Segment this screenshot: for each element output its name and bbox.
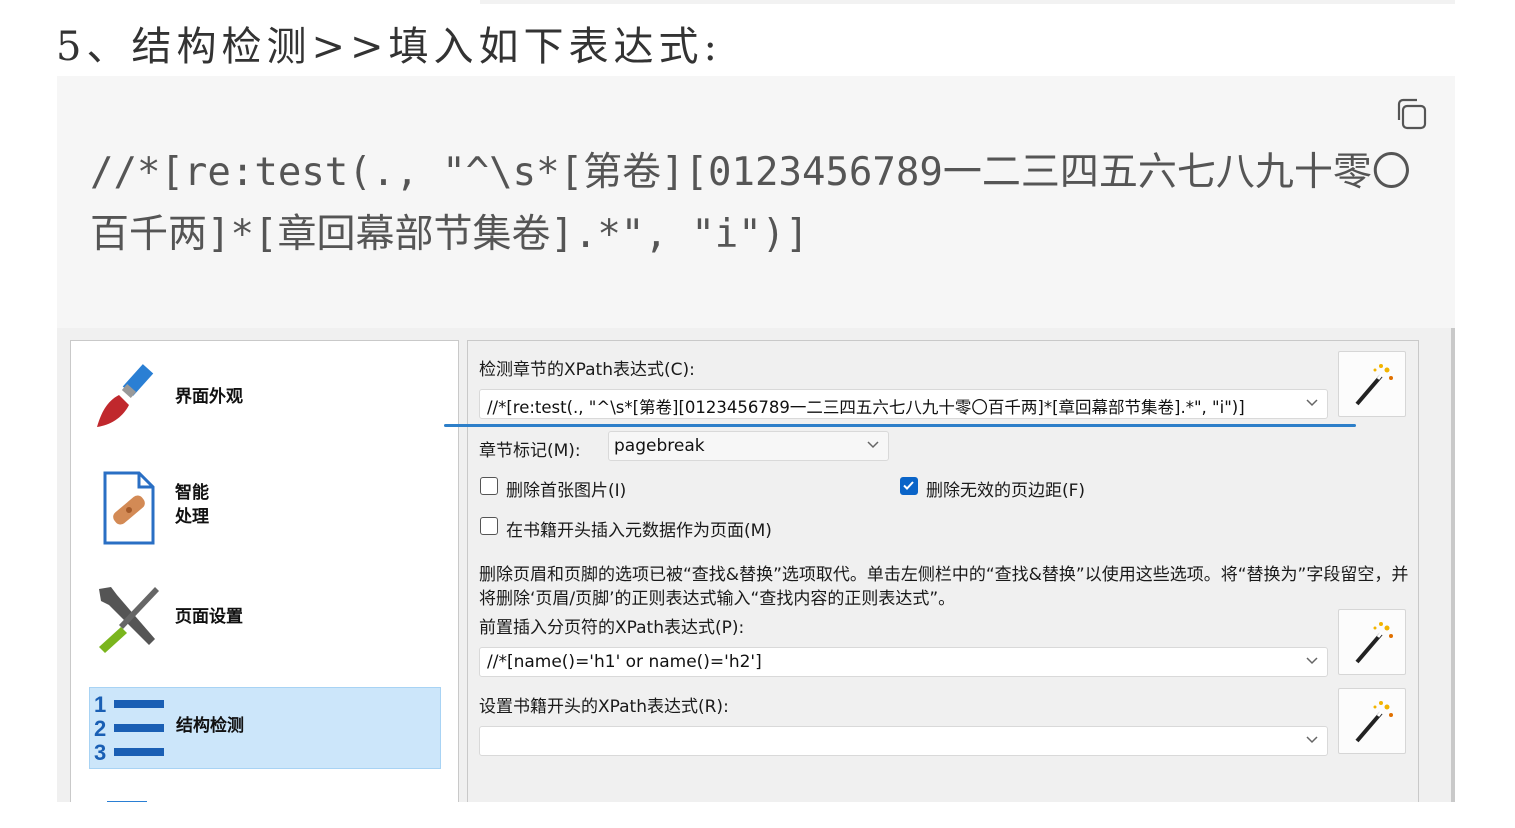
remove-first-image-label: 删除首张图片(I) <box>506 481 627 501</box>
chevron-down-icon <box>1306 657 1318 665</box>
code-expression: //*[re:test(., "^\s*[第卷][0123456789一二三四五… <box>90 150 1411 257</box>
page-break-xpath-combo[interactable]: //*[name()='h1' or name()='h2'] <box>479 647 1328 677</box>
settings-dialog: 界面外观 智能 处理 页面设置 1 2 3 结构检测 检测章节的XPath表达式… <box>57 328 1455 802</box>
highlight-underline <box>444 424 1356 427</box>
step-heading: 5、结构检测>>填入如下表达式: <box>56 24 722 70</box>
chapter-mark-label: 章节标记(M): <box>479 441 581 461</box>
remove-fake-margins-label: 删除无效的页边距(F) <box>926 481 1086 501</box>
copy-icon[interactable] <box>1393 96 1429 132</box>
document-bandage-icon <box>89 465 169 545</box>
sidebar-item-label: 结构检测 <box>176 716 244 736</box>
magic-wand-icon <box>1355 622 1393 664</box>
tools-icon <box>89 577 169 657</box>
chapter-mark-value: pagebreak <box>614 436 705 456</box>
sidebar-item-label: 页面设置 <box>175 607 243 627</box>
sidebar: 界面外观 智能 处理 页面设置 1 2 3 结构检测 <box>70 340 459 802</box>
numbered-list-icon: 1 2 3 <box>90 688 170 768</box>
paintbrush-icon <box>89 357 169 437</box>
magic-wand-icon <box>1355 701 1393 743</box>
svg-text:1: 1 <box>94 692 106 717</box>
panel-border <box>1451 328 1455 802</box>
checkmark-icon <box>903 481 914 490</box>
page-break-xpath-value: //*[name()='h1' or name()='h2'] <box>487 652 762 672</box>
remove-first-image-checkbox[interactable] <box>480 477 498 495</box>
code-block: //*[re:test(., "^\s*[第卷][0123456789一二三四五… <box>57 76 1455 328</box>
chapter-mark-select[interactable]: pagebreak <box>608 431 889 461</box>
chapter-xpath-combo[interactable]: //*[re:test(., "^\s*[第卷][0123456789一二三四五… <box>479 389 1328 419</box>
sidebar-item-page-setup[interactable]: 页面设置 <box>89 577 441 657</box>
start-reading-xpath-combo[interactable] <box>479 726 1328 756</box>
page-break-wizard-button[interactable] <box>1338 609 1406 675</box>
chapter-xpath-label: 检测章节的XPath表达式(C): <box>479 360 695 380</box>
sidebar-item-look-and-feel[interactable]: 界面外观 <box>89 357 441 437</box>
page-break-xpath-label: 前置插入分页符的XPath表达式(P): <box>479 618 745 638</box>
sidebar-item-label: 智能 处理 <box>175 483 209 527</box>
chevron-down-icon <box>1306 736 1318 744</box>
start-reading-xpath-label: 设置书籍开头的XPath表达式(R): <box>479 697 729 717</box>
sidebar-item-label: 界面外观 <box>175 387 243 407</box>
remove-fake-margins-checkbox[interactable] <box>900 477 918 495</box>
start-reading-wizard-button[interactable] <box>1338 688 1406 754</box>
svg-text:2: 2 <box>94 716 106 741</box>
chevron-down-icon <box>1306 399 1318 407</box>
sidebar-item-structure-detection[interactable]: 1 2 3 结构检测 <box>89 687 441 769</box>
chevron-down-icon <box>867 441 879 449</box>
insert-metadata-checkbox[interactable] <box>480 517 498 535</box>
svg-text:3: 3 <box>94 740 106 765</box>
insert-metadata-label: 在书籍开头插入元数据作为页面(M) <box>506 521 772 541</box>
sidebar-item-heuristic-processing[interactable]: 智能 处理 <box>89 465 441 545</box>
sidebar-next-item-peek <box>107 801 147 802</box>
chapter-xpath-value: //*[re:test(., "^\s*[第卷][0123456789一二三四五… <box>487 398 1245 417</box>
structure-detection-panel: 检测章节的XPath表达式(C): //*[re:test(., "^\s*[第… <box>467 340 1419 802</box>
header-footer-note: 删除页眉和页脚的选项已被“查找&替换”选项取代。单击左侧栏中的“查找&替换”以使… <box>479 565 1409 609</box>
top-divider <box>480 0 1455 4</box>
chapter-xpath-wizard-button[interactable] <box>1338 351 1406 417</box>
magic-wand-icon <box>1355 364 1393 406</box>
